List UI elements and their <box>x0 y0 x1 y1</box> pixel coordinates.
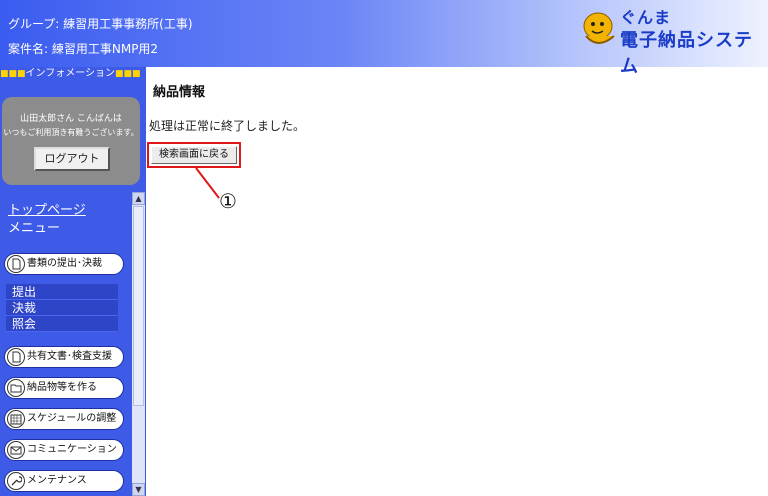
callout-pointer <box>195 167 220 199</box>
callout-line <box>195 167 220 199</box>
callout-number: ① <box>219 189 237 213</box>
